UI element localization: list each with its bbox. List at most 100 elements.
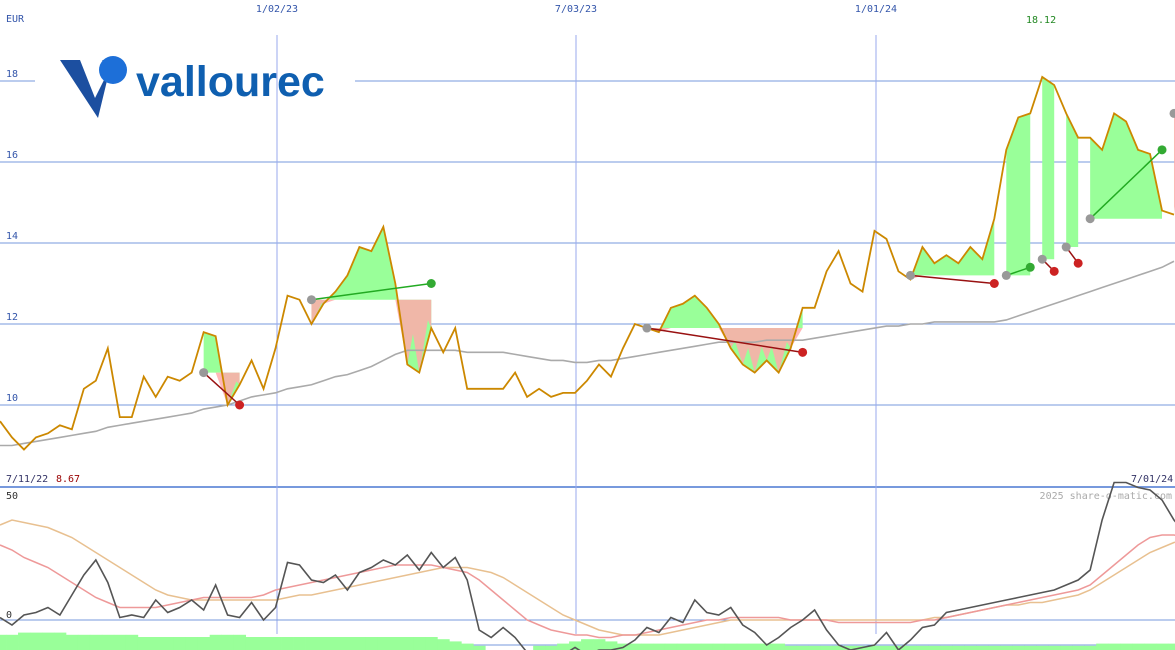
histogram-bar	[425, 637, 438, 650]
signal-fast-line	[0, 534, 1175, 639]
histogram-bar	[569, 641, 582, 650]
histogram-bar	[221, 634, 235, 650]
histogram-bar	[257, 637, 270, 650]
histogram-bar	[964, 645, 977, 650]
histogram-bar	[1060, 645, 1073, 650]
histogram-bar	[1120, 643, 1133, 650]
osc-tick-label: 50	[6, 491, 18, 502]
signal-entry-dot	[905, 270, 915, 280]
histogram-bar	[281, 637, 294, 650]
end-date-label: 7/01/24	[1131, 474, 1173, 485]
signal-entry-dot	[1169, 108, 1175, 118]
signal-fill-area	[1090, 113, 1163, 219]
histogram-bar	[1012, 645, 1025, 650]
max-value-label: 18.12	[1026, 15, 1056, 26]
histogram-bar	[724, 643, 738, 650]
histogram-bar	[101, 634, 115, 650]
signal-exit-dot	[989, 279, 999, 288]
histogram-bar	[413, 637, 426, 650]
signal-slow-line	[0, 519, 1175, 636]
histogram-bar	[41, 632, 55, 650]
y-tick-label: 14	[6, 231, 18, 242]
histogram-bar	[89, 634, 103, 650]
histogram-bar	[1072, 645, 1085, 650]
histogram-bar	[652, 643, 666, 650]
signal-entry-dot	[642, 323, 652, 333]
y-tick-label: 16	[6, 150, 18, 161]
histogram-bar	[269, 637, 282, 650]
signal-exit-dot	[1049, 266, 1059, 276]
histogram-bar	[293, 637, 306, 650]
histogram-bar	[904, 645, 917, 650]
histogram-bar	[1084, 645, 1097, 650]
signal-entry-dot	[1037, 254, 1047, 264]
histogram-bar	[233, 634, 247, 650]
histogram-bar	[664, 643, 678, 650]
signal-trend-line	[910, 274, 995, 285]
signal-entry-dot	[1001, 270, 1011, 280]
histogram-bar	[329, 637, 342, 650]
histogram-bar	[125, 634, 139, 650]
price-line	[0, 75, 1175, 451]
histogram-bar	[796, 645, 810, 650]
x-tick-label: 1/02/23	[256, 4, 298, 15]
histogram-bar	[161, 637, 175, 650]
histogram-bar	[1144, 643, 1157, 650]
histogram-bar	[461, 643, 474, 650]
histogram-bar	[581, 639, 594, 650]
histogram-bar	[1108, 643, 1121, 650]
histogram-bar	[688, 643, 702, 650]
min-value-label: 8.67	[56, 474, 80, 485]
histogram-bar	[1048, 645, 1061, 650]
oscillator-lines	[0, 481, 1175, 650]
histogram-bar	[0, 634, 7, 650]
currency-label: EUR	[6, 14, 25, 25]
signal-entry-dot	[199, 368, 209, 378]
signal-entry-dot	[306, 295, 316, 305]
histogram-bar	[593, 639, 606, 650]
x-tick-label: 1/01/24	[855, 4, 897, 15]
osc-tick-label: 0	[6, 610, 12, 621]
signal-entry-dot	[1085, 214, 1095, 224]
histogram-bar	[245, 637, 259, 650]
y-tick-label: 10	[6, 393, 18, 404]
y-tick-label: 12	[6, 312, 18, 323]
logo-wordmark: vallourec	[136, 58, 325, 106]
signal-exit-dot	[798, 347, 808, 357]
histogram-bar	[880, 645, 893, 650]
signal-exit-dot	[1073, 258, 1083, 268]
histogram-bar	[712, 643, 726, 650]
histogram-bar	[18, 632, 31, 650]
histogram-bar	[545, 645, 558, 650]
histogram-bar	[1036, 645, 1049, 650]
histogram-bar	[916, 645, 929, 650]
histogram-bar	[113, 634, 127, 650]
signal-entry-dot	[1061, 242, 1071, 252]
histogram-bar	[473, 645, 486, 650]
histogram-bar	[557, 643, 570, 650]
signal-exit-dot	[1025, 262, 1035, 272]
histogram-bar	[6, 634, 19, 650]
histogram-bar	[389, 637, 402, 650]
histogram-bar	[401, 637, 414, 650]
moving-average-line	[0, 260, 1175, 447]
histogram-bar	[784, 645, 798, 650]
price-lines	[0, 75, 1175, 451]
histogram-bar	[736, 643, 750, 650]
histogram-bar	[317, 637, 330, 650]
histogram-bar	[437, 639, 450, 650]
histogram-bar	[1024, 645, 1037, 650]
histogram-bar	[185, 637, 199, 650]
histogram-bar	[53, 632, 67, 650]
logo-dot	[99, 56, 127, 84]
histogram-bar	[1000, 645, 1013, 650]
signal-fills	[203, 76, 1175, 405]
start-date-label: 7/11/22	[6, 474, 48, 485]
histogram-bar	[341, 637, 354, 650]
histogram-bar	[976, 645, 989, 650]
histogram-bar	[1132, 643, 1145, 650]
histogram-bar	[772, 643, 786, 650]
histogram-bar	[820, 645, 834, 650]
histogram-bar	[1168, 643, 1175, 650]
histogram-bar	[377, 637, 390, 650]
